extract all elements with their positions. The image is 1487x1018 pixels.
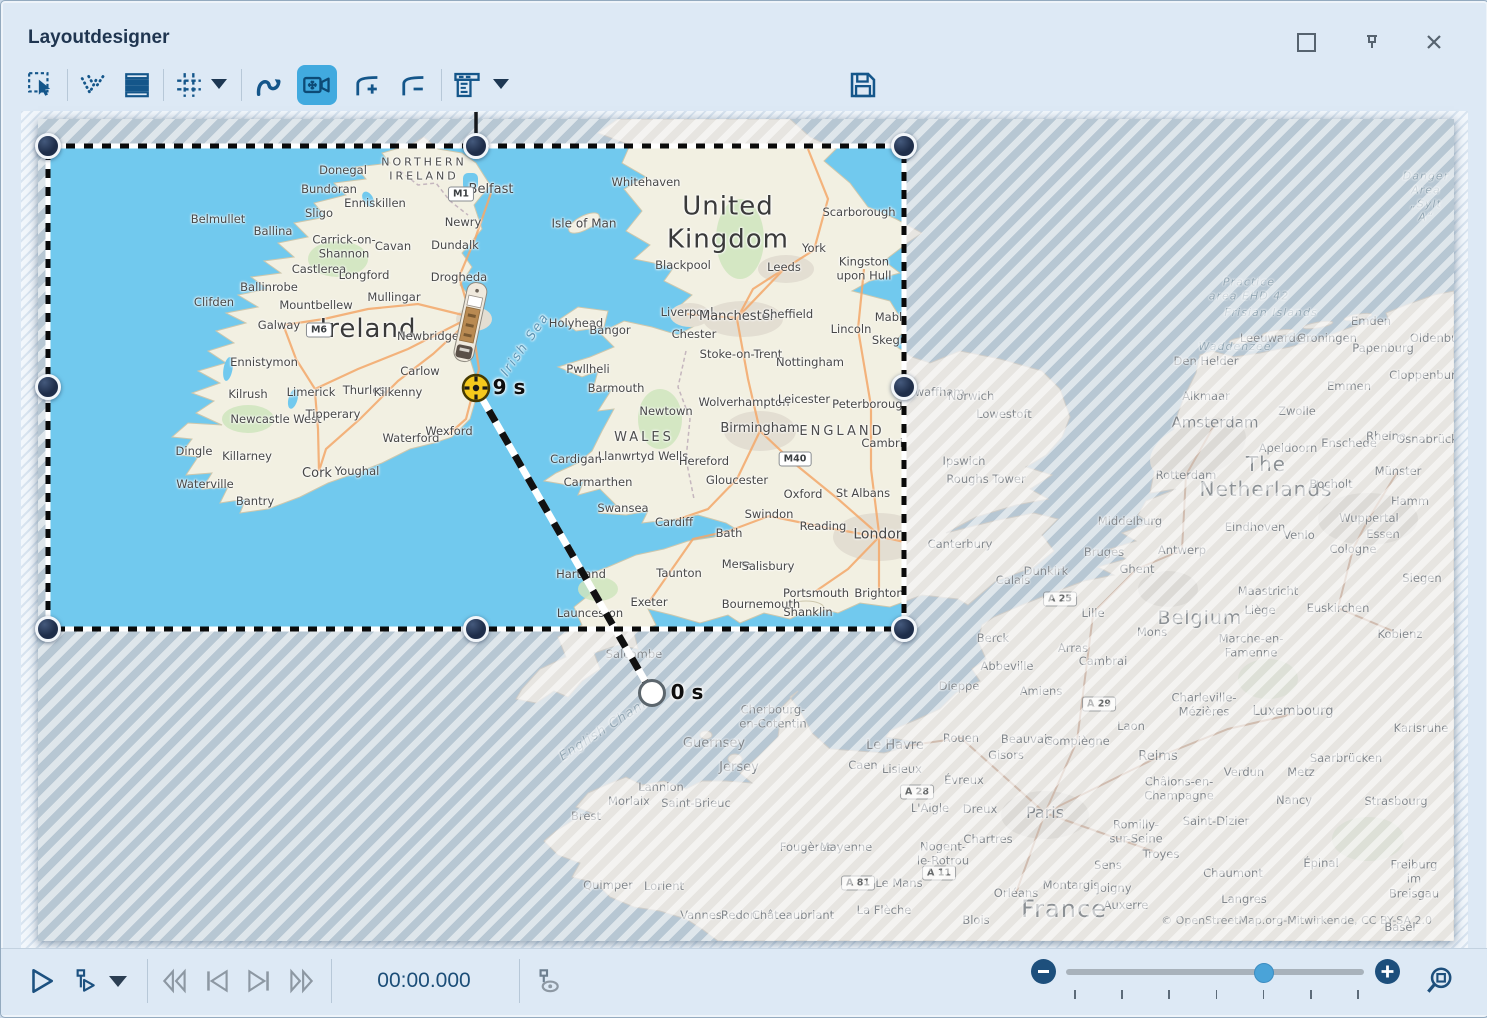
magnifier-fit-icon xyxy=(1423,965,1455,997)
zoom-tick xyxy=(1074,990,1076,999)
canvas-overlay xyxy=(38,119,1454,941)
fast-forward-button[interactable] xyxy=(283,963,319,999)
keyframe-plus-icon xyxy=(352,70,382,100)
zoom-slider[interactable] xyxy=(1066,969,1364,975)
skip-forward-icon xyxy=(243,966,275,996)
zoom-tick xyxy=(1263,990,1265,999)
titlebar: Layoutdesigner xyxy=(1,1,1487,59)
save-icon xyxy=(848,70,878,100)
zoom-tick xyxy=(1357,990,1359,999)
maximize-button[interactable] xyxy=(1293,29,1319,55)
toolbar: Zeitmarke: s xyxy=(1,63,1487,115)
camera-pan-icon xyxy=(302,70,332,100)
close-button[interactable] xyxy=(1421,29,1447,55)
route-curve-tool-button[interactable] xyxy=(249,65,289,105)
keyframe-marker-9s[interactable] xyxy=(463,375,489,401)
zoom-out-button[interactable] xyxy=(1031,959,1056,984)
workspace: © OpenStreetMap.org-Mitwirkende, CC BY-S… xyxy=(21,111,1468,948)
remove-keyframe-button[interactable] xyxy=(393,65,433,105)
zoom-tick xyxy=(1310,990,1312,999)
keyframe-minus-icon xyxy=(398,70,428,100)
timecode-display: 00:00.000 xyxy=(359,969,489,993)
points-icon xyxy=(79,71,107,99)
zoom-in-button[interactable] xyxy=(1375,959,1400,984)
rewind-button[interactable] xyxy=(157,963,193,999)
pin-icon xyxy=(1362,32,1382,52)
fast-forward-icon xyxy=(285,966,317,996)
selection-handle-n[interactable] xyxy=(465,135,488,158)
selection-handle-w[interactable] xyxy=(37,376,60,399)
camera-route[interactable] xyxy=(476,388,652,693)
add-keyframe-button[interactable] xyxy=(347,65,387,105)
zoom-fit-button[interactable] xyxy=(1421,963,1457,999)
maximize-icon xyxy=(1297,33,1316,52)
titles-icon xyxy=(452,70,482,100)
selection-handle-s[interactable] xyxy=(465,618,488,641)
grid-dropdown-arrow[interactable] xyxy=(211,79,227,89)
zoom-tick xyxy=(1121,990,1123,999)
keyframe-marker-0s[interactable] xyxy=(640,681,665,706)
play-button[interactable] xyxy=(23,963,59,999)
points-tool-button[interactable] xyxy=(73,65,113,105)
selection-handle-se[interactable] xyxy=(893,618,916,641)
play-icon xyxy=(26,966,56,996)
selection-handle-ne[interactable] xyxy=(893,135,916,158)
zoom-tick xyxy=(1168,990,1170,999)
minus-icon xyxy=(1038,970,1049,973)
chevron-down-icon xyxy=(109,976,127,987)
ship-object[interactable] xyxy=(452,281,488,363)
curve-icon xyxy=(254,70,284,100)
camera-pan-tool-button[interactable] xyxy=(297,65,337,105)
titles-tool-button[interactable] xyxy=(447,65,487,105)
select-icon xyxy=(27,71,55,99)
selection-handle-nw[interactable] xyxy=(37,135,60,158)
layers-icon xyxy=(123,71,151,99)
selection-handle-e[interactable] xyxy=(893,376,916,399)
grid-icon xyxy=(175,71,203,99)
previous-keyframe-button[interactable] xyxy=(199,963,235,999)
play-from-marker-icon xyxy=(68,966,98,996)
pin-button[interactable] xyxy=(1359,29,1385,55)
close-icon xyxy=(1425,33,1443,51)
marker-label-0s: 0 s xyxy=(671,680,704,704)
play-options-dropdown[interactable] xyxy=(103,963,133,999)
playbar: 00:00.000 xyxy=(1,948,1487,1015)
rewind-icon xyxy=(159,966,191,996)
zoom-tick xyxy=(1216,990,1218,999)
selection-handle-sw[interactable] xyxy=(37,618,60,641)
marker-label-9s: 9 s xyxy=(493,375,526,399)
layoutdesigner-window: Layoutdesigner xyxy=(0,0,1487,1018)
skip-back-icon xyxy=(201,966,233,996)
save-button[interactable] xyxy=(843,65,883,105)
grid-tool-button[interactable] xyxy=(169,65,209,105)
window-title: Layoutdesigner xyxy=(28,27,169,49)
titles-dropdown-arrow[interactable] xyxy=(493,79,509,89)
next-keyframe-button[interactable] xyxy=(241,963,277,999)
map-canvas[interactable]: © OpenStreetMap.org-Mitwirkende, CC BY-S… xyxy=(38,119,1454,941)
pin-eye-icon xyxy=(532,966,562,996)
play-from-marker-button[interactable] xyxy=(65,963,101,999)
zoom-slider-thumb[interactable] xyxy=(1254,963,1274,983)
plus-icon xyxy=(1381,965,1394,978)
preview-marker-button[interactable] xyxy=(529,963,565,999)
select-tool-button[interactable] xyxy=(21,65,61,105)
layers-tool-button[interactable] xyxy=(117,65,157,105)
